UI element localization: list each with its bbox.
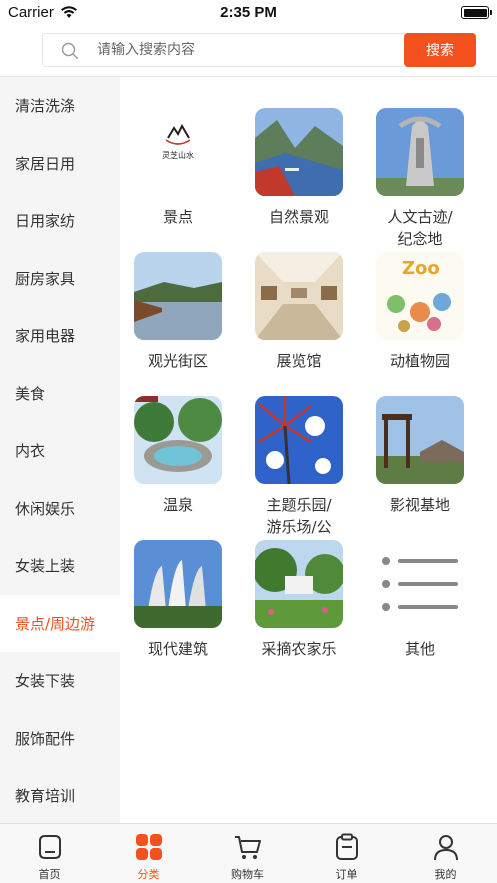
category-hot-spring[interactable]: 温泉 [120, 365, 240, 514]
category-scenic-spot[interactable]: 灵芝山水 景点 [120, 77, 240, 226]
natural-landscape-photo [255, 108, 343, 196]
sidebar-item-leisure[interactable]: 休闲娱乐 [0, 480, 120, 538]
zoo-poster-image: Zoo [376, 252, 464, 340]
sidebar-item-household[interactable]: 家居日用 [0, 135, 120, 193]
tab-label: 分类 [137, 868, 160, 881]
category-sidebar: 清洁洗涤 家居日用 日用家纺 厨房家具 家用电器 美食 内衣 休闲娱乐 女装上装… [0, 77, 120, 824]
category-grid-icon [136, 834, 162, 860]
status-bar: Carrier 2:35 PM [0, 0, 497, 26]
tab-cart[interactable]: 购物车 [198, 824, 297, 883]
svg-text:灵芝山水: 灵芝山水 [162, 150, 194, 160]
sidebar-item-appliances[interactable]: 家用电器 [0, 307, 120, 365]
sidebar-item-education[interactable]: 教育培训 [0, 767, 120, 824]
svg-text:Zoo: Zoo [402, 258, 440, 279]
farm-picking-photo [255, 540, 343, 628]
category-farm-picking[interactable]: 采摘农家乐 [241, 509, 361, 658]
search-icon [61, 42, 79, 60]
tab-label: 首页 [38, 868, 61, 881]
status-time: 2:35 PM [220, 4, 277, 21]
profile-icon [434, 835, 458, 861]
category-film-base[interactable]: 影视基地 [362, 365, 482, 514]
order-clipboard-icon [336, 833, 358, 860]
sidebar-item-accessories[interactable]: 服饰配件 [0, 710, 120, 768]
category-historic-site[interactable]: 人文古迹/ 纪念地 [362, 77, 482, 248]
category-other[interactable]: 其他 [362, 509, 482, 658]
category-label: 其他 [404, 640, 435, 658]
category-label: 现代建筑 [147, 640, 208, 658]
cart-icon [235, 836, 261, 859]
category-exhibition-hall[interactable]: 展览馆 [241, 221, 361, 370]
list-icon [376, 540, 464, 628]
tab-label: 我的 [434, 868, 457, 881]
category-tourist-street[interactable]: 观光街区 [120, 221, 240, 370]
sidebar-item-home-textiles[interactable]: 日用家纺 [0, 192, 120, 250]
category-natural-landscape[interactable]: 自然景观 [241, 77, 361, 226]
sidebar-item-kitchen[interactable]: 厨房家具 [0, 250, 120, 308]
tab-label: 购物车 [231, 868, 264, 881]
tab-home[interactable]: 首页 [0, 824, 99, 883]
category-theme-park[interactable]: 主题乐园/ 游乐场/公 园广场 [241, 365, 361, 536]
tab-label: 订单 [335, 868, 358, 881]
tab-orders[interactable]: 订单 [297, 824, 396, 883]
category-modern-architecture[interactable]: 现代建筑 [120, 509, 240, 658]
sidebar-item-underwear[interactable]: 内衣 [0, 422, 120, 480]
tab-category[interactable]: 分类 [99, 824, 198, 883]
bottom-tab-bar: 首页 分类 购物车 订单 我的 [0, 823, 497, 883]
film-base-photo [376, 396, 464, 484]
modern-architecture-photo [134, 540, 222, 628]
exhibition-hall-photo [255, 252, 343, 340]
category-grid: 灵芝山水 景点 自然景观 人文古迹/ 纪念地 观光街区 展览馆 Zoo 动植物园… [120, 77, 497, 824]
category-label: 采摘农家乐 [261, 640, 337, 658]
theme-park-photo [255, 396, 343, 484]
tourist-street-photo [134, 252, 222, 340]
search-bar: 搜索 [42, 33, 476, 67]
sidebar-item-attractions[interactable]: 景点/周边游 [0, 594, 120, 652]
sidebar-item-womens-tops[interactable]: 女装上装 [0, 537, 120, 595]
scenic-spot-logo: 灵芝山水 [134, 108, 222, 196]
sidebar-item-food[interactable]: 美食 [0, 365, 120, 423]
historic-site-photo [376, 108, 464, 196]
sidebar-item-womens-bottoms[interactable]: 女装下装 [0, 652, 120, 710]
tab-profile[interactable]: 我的 [396, 824, 495, 883]
category-zoo-botanical[interactable]: Zoo 动植物园 [362, 221, 482, 370]
search-input[interactable] [97, 34, 397, 66]
hot-spring-photo [134, 396, 222, 484]
search-button[interactable]: 搜索 [404, 33, 476, 67]
home-icon [39, 835, 61, 859]
battery-icon [461, 6, 492, 19]
sidebar-item-cleaning[interactable]: 清洁洗涤 [0, 77, 120, 135]
